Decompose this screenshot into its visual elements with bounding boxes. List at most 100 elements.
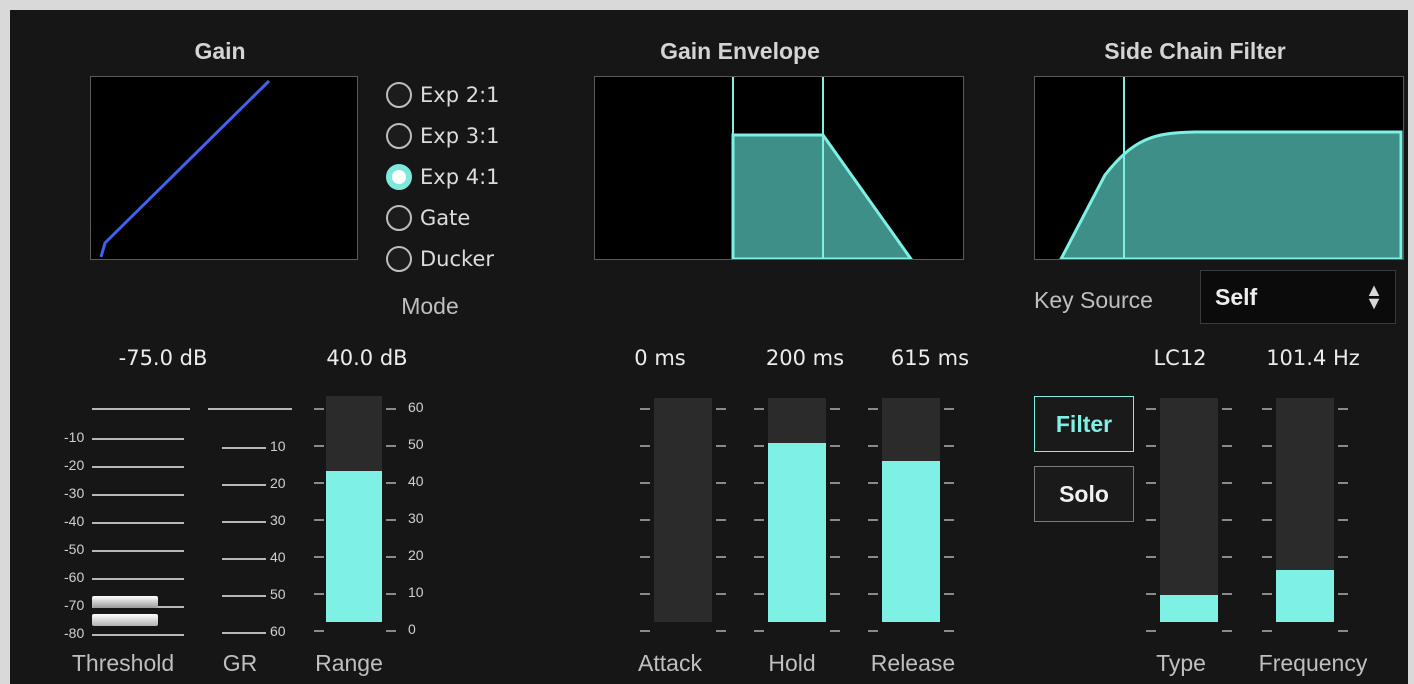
frequency-slider-tick — [1338, 408, 1348, 410]
range-tick — [386, 408, 396, 410]
frequency-slider-track[interactable] — [1276, 398, 1334, 622]
mode-option[interactable]: Gate — [386, 201, 536, 235]
radio-button-icon[interactable] — [386, 246, 412, 272]
type-slider-track[interactable] — [1160, 398, 1218, 622]
gr-tick — [222, 447, 266, 449]
range-tick — [314, 630, 324, 632]
threshold-label: Threshold — [71, 650, 175, 676]
mode-option[interactable]: Exp 3:1 — [386, 119, 536, 153]
filter-button[interactable]: Filter — [1034, 396, 1134, 452]
radio-button-icon[interactable] — [386, 205, 412, 231]
mode-option[interactable]: Exp 2:1 — [386, 78, 536, 112]
type-slider-tick — [1146, 630, 1156, 632]
hold-slider-tick — [754, 408, 764, 410]
gr-tick — [222, 521, 266, 523]
sidechain-title: Side Chain Filter — [1104, 38, 1286, 64]
gain-title: Gain — [194, 38, 246, 64]
attack-slider-tick — [716, 556, 726, 558]
range-slider[interactable]: 60 50 40 30 20 10 0 — [308, 390, 448, 640]
release-slider-tick — [944, 556, 954, 558]
threshold-tick — [92, 408, 190, 410]
type-slider-tick — [1222, 593, 1232, 595]
attack-slider-tick — [716, 445, 726, 447]
key-source-select[interactable]: Self ▲ ▼ — [1200, 270, 1396, 324]
attack-slider-track[interactable] — [654, 398, 712, 622]
release-slider-tick — [868, 593, 878, 595]
frequency-slider-tick — [1262, 482, 1272, 484]
hold-slider-tick — [754, 519, 764, 521]
threshold-tick — [92, 466, 184, 468]
release-slider-tick — [868, 408, 878, 410]
frequency-slider[interactable] — [1260, 390, 1350, 640]
threshold-scale-label: -60 — [64, 569, 85, 585]
attack-slider[interactable] — [638, 390, 728, 640]
solo-button[interactable]: Solo — [1034, 466, 1134, 522]
threshold-handle-lower[interactable] — [92, 614, 158, 626]
hold-slider-tick — [830, 593, 840, 595]
attack-slider-tick — [640, 593, 650, 595]
hold-slider-tick — [754, 482, 764, 484]
range-tick — [386, 482, 396, 484]
envelope-shape — [731, 77, 914, 261]
hold-slider-track[interactable] — [768, 398, 826, 622]
gate-plugin-panel: Gain Exp 2:1 Exp 3:1 Exp 4:1 Gate Ducker Mod… — [10, 10, 1408, 684]
mode-option-label: Gate — [420, 206, 471, 230]
range-tick — [386, 630, 396, 632]
release-slider-track[interactable] — [882, 398, 940, 622]
frequency-slider-tick — [1262, 445, 1272, 447]
attack-label: Attack — [638, 650, 702, 676]
range-tick — [386, 556, 396, 558]
mode-option[interactable]: Ducker — [386, 242, 536, 276]
type-slider-tick — [1222, 630, 1232, 632]
threshold-meter[interactable]: -10 -20 -30 -40 -50 -60 -70 -80 — [58, 390, 198, 641]
release-label: Release — [870, 650, 956, 676]
release-slider-tick — [868, 630, 878, 632]
key-source-label: Key Source — [1034, 287, 1153, 313]
type-slider[interactable] — [1144, 390, 1234, 640]
gr-scale-label: 20 — [270, 475, 286, 491]
threshold-scale-label: -50 — [64, 541, 85, 557]
mode-option[interactable]: Exp 4:1 — [386, 160, 536, 194]
threshold-handle-upper[interactable] — [92, 596, 158, 608]
attack-slider-tick — [716, 519, 726, 521]
radio-button-icon[interactable] — [386, 82, 412, 108]
frequency-slider-tick — [1262, 556, 1272, 558]
gain-curve — [99, 79, 271, 258]
range-track[interactable] — [326, 396, 382, 622]
radio-button-icon[interactable] — [386, 164, 412, 190]
threshold-scale-label: -30 — [64, 485, 85, 501]
gain-reduction-meter: 10 20 30 40 50 60 — [198, 390, 298, 640]
frequency-value: 101.4 Hz — [1266, 346, 1360, 370]
hold-slider-tick — [754, 556, 764, 558]
range-scale-label: 50 — [408, 436, 424, 452]
radio-button-icon[interactable] — [386, 123, 412, 149]
attack-slider-tick — [716, 630, 726, 632]
mode-option-label: Ducker — [420, 247, 494, 271]
mode-option-label: Exp 3:1 — [420, 124, 500, 148]
type-label: Type — [1156, 650, 1206, 676]
gr-tick — [222, 595, 266, 597]
range-tick — [386, 593, 396, 595]
gr-scale-label: 30 — [270, 512, 286, 528]
hold-slider-tick — [830, 408, 840, 410]
range-scale-label: 60 — [408, 399, 424, 415]
gr-scale-label: 60 — [270, 623, 286, 639]
sidechain-filter-graph — [1034, 76, 1404, 261]
range-label: Range — [315, 650, 383, 676]
threshold-tick — [92, 550, 184, 552]
frequency-slider-tick — [1338, 482, 1348, 484]
range-tick — [314, 593, 324, 595]
gain-curve-graph — [90, 76, 358, 260]
release-slider[interactable] — [866, 390, 956, 640]
type-slider-tick — [1222, 482, 1232, 484]
hold-slider[interactable] — [752, 390, 842, 640]
range-tick — [314, 556, 324, 558]
key-source-value: Self — [1215, 283, 1258, 310]
release-slider-tick — [944, 482, 954, 484]
range-tick — [314, 445, 324, 447]
gr-tick — [208, 408, 292, 410]
release-slider-tick — [868, 482, 878, 484]
type-slider-tick — [1222, 519, 1232, 521]
threshold-value: -75.0 dB — [118, 346, 208, 370]
release-slider-tick — [868, 519, 878, 521]
